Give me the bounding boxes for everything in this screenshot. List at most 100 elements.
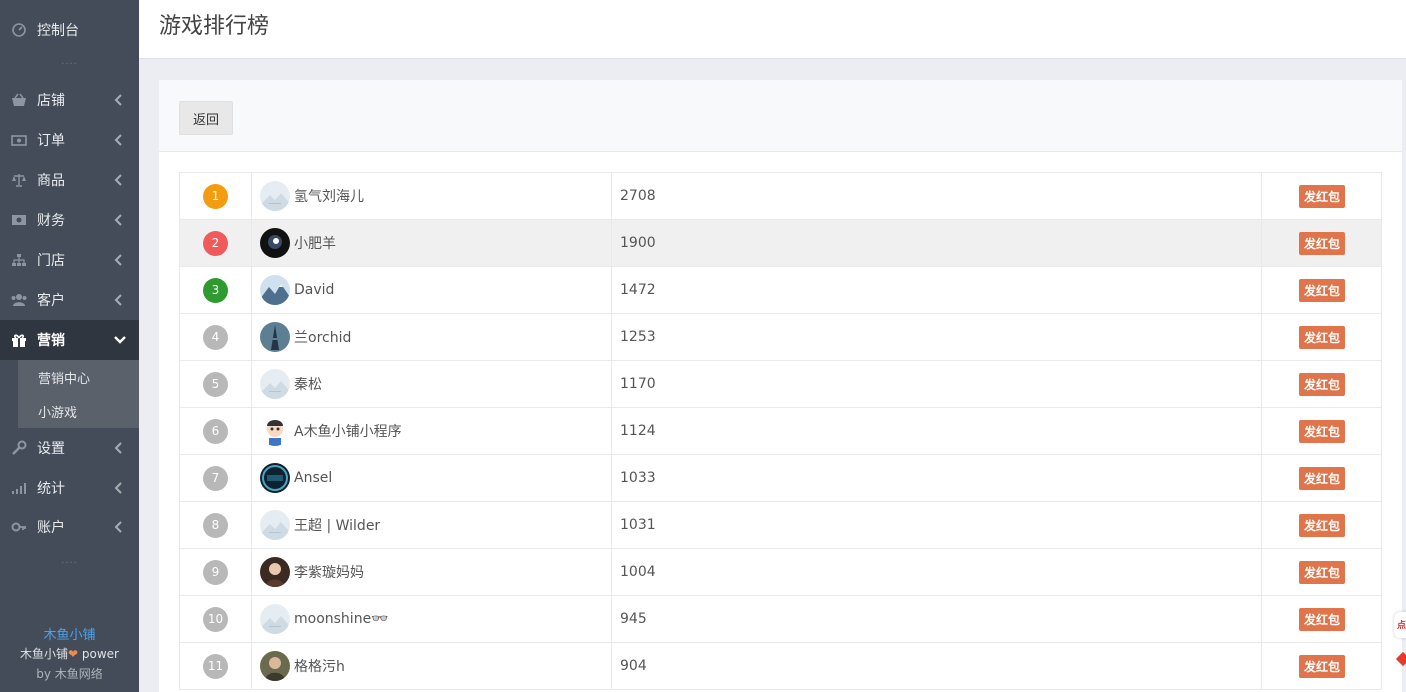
- chevron-left-icon: [113, 480, 125, 496]
- wrench-icon: [10, 439, 28, 457]
- avatar: [260, 322, 290, 352]
- sidebar-item-9[interactable]: 统计: [0, 468, 139, 508]
- send-red-packet-button[interactable]: 发红包: [1298, 560, 1345, 584]
- user-cell: 兰orchid: [252, 314, 612, 360]
- send-red-packet-button[interactable]: 发红包: [1298, 325, 1345, 349]
- brand-title[interactable]: 木鱼小铺: [0, 624, 139, 643]
- user-name: 王超 | Wilder: [294, 518, 381, 534]
- score-cell: 1124: [612, 408, 1262, 454]
- sidebar-item-4[interactable]: 财务: [0, 200, 139, 240]
- sidebar-item-label: 订单: [37, 133, 65, 149]
- score-cell: 904: [612, 643, 1262, 689]
- sidebar-item-2[interactable]: 订单: [0, 120, 139, 160]
- content-card: 返回 1 氢气刘海儿 2708 发红包 2 小肥羊 1900 发红包 3 David 1472 发红包…: [159, 80, 1402, 692]
- sidebar-item-8[interactable]: 设置: [0, 428, 139, 468]
- user-cell: 王超 | Wilder: [252, 502, 612, 548]
- avatar: [260, 604, 290, 634]
- page-title: 游戏排行榜: [159, 14, 270, 39]
- user-name: 格格污h: [294, 659, 345, 675]
- send-red-packet-button[interactable]: 发红包: [1298, 419, 1345, 443]
- send-red-packet-button[interactable]: 发红包: [1298, 372, 1345, 396]
- action-cell: 发红包: [1262, 549, 1382, 595]
- key-icon: [10, 518, 28, 536]
- gift-icon: [10, 331, 28, 349]
- table-row: 7 Ansel 1033 发红包: [179, 455, 1382, 502]
- chevron-left-icon: [113, 440, 125, 456]
- score-cell: 1253: [612, 314, 1262, 360]
- brand-by-prefix: by: [36, 667, 55, 681]
- sidebar-item-10[interactable]: 账户: [0, 507, 139, 547]
- send-red-packet-button[interactable]: 发红包: [1298, 513, 1345, 537]
- rank-badge: 10: [203, 606, 228, 632]
- card-toolbar: 返回: [159, 80, 1402, 152]
- user-name: A木鱼小铺小程序: [294, 424, 402, 440]
- sidebar-item-label: 统计: [37, 481, 65, 497]
- send-red-packet-button[interactable]: 发红包: [1298, 184, 1345, 208]
- submenu-item-marketing-center[interactable]: 营销中心: [38, 360, 90, 394]
- brand-by-name[interactable]: 木鱼网络: [55, 667, 103, 681]
- send-red-packet-button[interactable]: 发红包: [1298, 607, 1345, 631]
- more-dots: ....: [61, 56, 78, 67]
- brand-by: by 木鱼网络: [0, 665, 139, 682]
- table-row: 10 moonshine👓 945 发红包: [179, 596, 1382, 643]
- submenu-item-mini-games[interactable]: 小游戏: [38, 394, 77, 428]
- user-cell: 秦松: [252, 361, 612, 407]
- rank-badge: 3: [203, 277, 228, 303]
- table-row: 5 秦松 1170 发红包: [179, 361, 1382, 408]
- user-name: Ansel: [294, 470, 333, 486]
- rank-cell: 6: [180, 408, 252, 454]
- user-name: 李紫璇妈妈: [294, 565, 364, 581]
- rank-cell: 10: [180, 596, 252, 642]
- sidebar-item-label: 店铺: [37, 93, 65, 109]
- rank-cell: 8: [180, 502, 252, 548]
- user-name: 氢气刘海儿: [294, 189, 364, 205]
- avatar: [260, 463, 290, 493]
- avatar: [260, 510, 290, 540]
- sidebar-item-dashboard[interactable]: 控制台: [0, 10, 139, 50]
- sidebar-item-5[interactable]: 门店: [0, 240, 139, 280]
- sidebar-item-7[interactable]: 营销: [0, 320, 139, 360]
- action-cell: 发红包: [1262, 455, 1382, 501]
- send-red-packet-button[interactable]: 发红包: [1298, 278, 1345, 302]
- send-red-packet-button[interactable]: 发红包: [1298, 466, 1345, 490]
- action-cell: 发红包: [1262, 267, 1382, 313]
- heart-icon: ❤: [68, 647, 79, 661]
- avatar: [260, 275, 290, 305]
- avatar: [260, 557, 290, 587]
- chevron-left-icon: [113, 252, 125, 268]
- score-cell: 945: [612, 596, 1262, 642]
- brand-power-suffix: power: [78, 647, 119, 661]
- rank-badge: 6: [203, 418, 228, 444]
- score-cell: 1170: [612, 361, 1262, 407]
- sidebar-item-label: 商品: [37, 173, 65, 189]
- table-row: 1 氢气刘海儿 2708 发红包: [179, 173, 1382, 220]
- chevron-left-icon: [113, 212, 125, 228]
- table-row: 11 格格污h 904 发红包: [179, 643, 1382, 690]
- rank-cell: 1: [180, 173, 252, 219]
- floating-widget[interactable]: 点: [1394, 612, 1406, 638]
- sidebar-item-label: 客户: [37, 293, 65, 309]
- more-dots: ....: [61, 555, 78, 566]
- back-button[interactable]: 返回: [179, 101, 233, 135]
- score-cell: 2708: [612, 173, 1262, 219]
- send-red-packet-button[interactable]: 发红包: [1298, 654, 1345, 678]
- cash-icon: [10, 211, 28, 229]
- table-row: 3 David 1472 发红包: [179, 267, 1382, 314]
- send-red-packet-button[interactable]: 发红包: [1298, 231, 1345, 255]
- chevron-down-icon: [113, 332, 126, 348]
- sidebar-item-6[interactable]: 客户: [0, 280, 139, 320]
- brand-power-name: 木鱼小铺: [20, 647, 69, 661]
- chevron-left-icon: [113, 92, 125, 108]
- chevron-left-icon: [113, 132, 125, 148]
- user-cell: 李紫璇妈妈: [252, 549, 612, 595]
- rank-badge: 5: [203, 371, 228, 397]
- sidebar: 控制台 .... 店铺订单商品财务门店客户营销设置统计账户 营销中心 小游戏 .…: [0, 0, 139, 692]
- sidebar-item-label: 财务: [37, 213, 65, 229]
- sidebar-item-3[interactable]: 商品: [0, 160, 139, 200]
- action-cell: 发红包: [1262, 408, 1382, 454]
- sidebar-item-1[interactable]: 店铺: [0, 80, 139, 120]
- sidebar-item-label: 设置: [37, 441, 65, 457]
- money-icon: [10, 131, 28, 149]
- avatar: [260, 416, 290, 446]
- avatar: [260, 181, 290, 211]
